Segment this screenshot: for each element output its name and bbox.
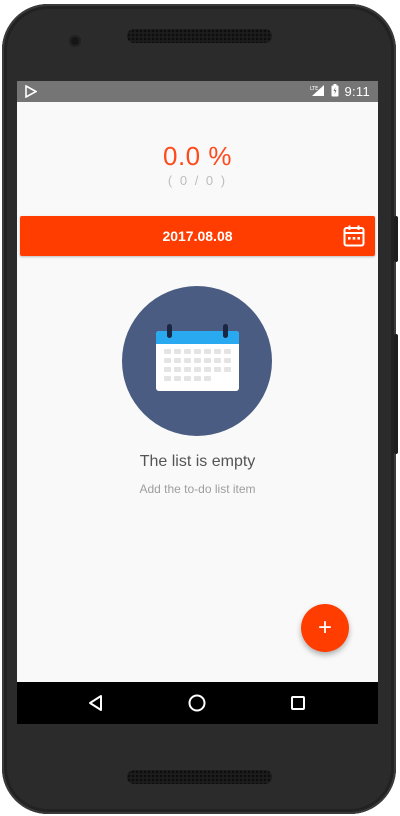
clock-text: 9:11 <box>344 84 370 99</box>
recents-icon[interactable] <box>288 693 308 713</box>
volume-button <box>394 334 398 454</box>
system-nav-bar <box>17 682 378 724</box>
calendar-icon <box>156 324 239 391</box>
add-item-button[interactable]: + <box>301 604 349 652</box>
home-icon[interactable] <box>187 693 207 713</box>
empty-state-illustration <box>122 286 272 436</box>
back-icon[interactable] <box>86 693 106 713</box>
app-screen: LTE 9:11 0.0 % ( 0 / 0 ) 2017.08.08 The … <box>17 81 378 724</box>
svg-text:LTE: LTE <box>310 86 318 92</box>
calendar-icon[interactable] <box>342 224 366 248</box>
top-speaker <box>127 29 272 43</box>
plus-icon: + <box>317 614 332 641</box>
power-button <box>394 216 398 262</box>
bottom-speaker <box>127 770 272 784</box>
completion-count: ( 0 / 0 ) <box>167 173 228 188</box>
completion-percent: 0.0 % <box>163 141 232 171</box>
status-icons: LTE 9:11 <box>310 81 370 102</box>
status-bar: LTE 9:11 <box>17 81 378 102</box>
signal-icon: LTE <box>310 84 326 100</box>
selected-date[interactable]: 2017.08.08 <box>20 216 375 256</box>
date-bar[interactable]: 2017.08.08 <box>20 216 375 256</box>
progress-summary: 0.0 % ( 0 / 0 ) <box>17 141 378 188</box>
empty-state-subtitle: Add the to-do list item <box>139 482 256 496</box>
empty-state-title: The list is empty <box>139 453 256 470</box>
front-camera <box>69 35 81 47</box>
play-store-icon <box>25 84 38 103</box>
battery-icon <box>331 83 339 100</box>
